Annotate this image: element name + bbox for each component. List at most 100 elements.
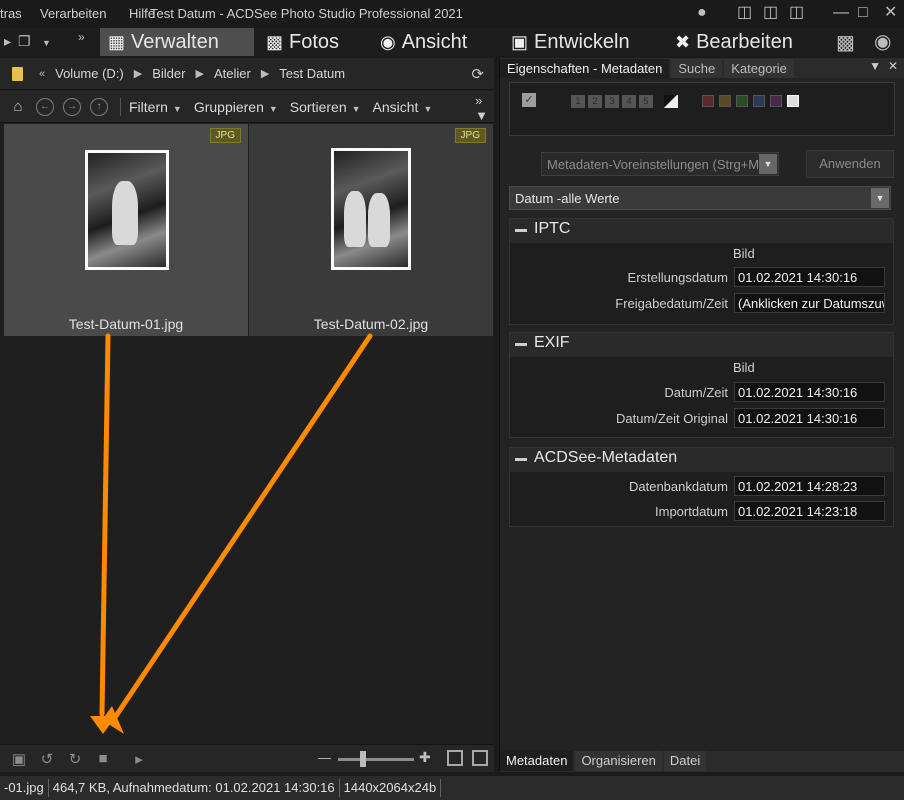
view-eye-icon[interactable]: ◉ bbox=[874, 29, 891, 54]
rating-3[interactable]: 3 bbox=[605, 95, 619, 108]
tab-category[interactable]: Kategorie bbox=[724, 59, 794, 78]
tab-datei[interactable]: Datei bbox=[663, 751, 707, 771]
tab-ansicht[interactable]: ◉ Ansicht bbox=[372, 28, 475, 56]
metadata-filter-select[interactable]: Datum -alle Werte ▼ bbox=[509, 186, 891, 210]
tab-properties-metadata[interactable]: Eigenschaften - Metadaten bbox=[500, 59, 670, 78]
refresh-icon[interactable]: ⟳ bbox=[471, 65, 484, 83]
chevron-down-icon: ▼ bbox=[423, 103, 433, 114]
status-dimensions: 1440x2064x24b bbox=[340, 779, 442, 797]
more-icon[interactable]: » ▼ bbox=[475, 93, 488, 123]
thumbnail-view-icon[interactable] bbox=[447, 750, 463, 766]
properties-panel: Eigenschaften - Metadaten Suche Kategori… bbox=[499, 58, 904, 772]
zoom-in-icon[interactable]: ✚ bbox=[419, 749, 431, 766]
layout-left-icon[interactable]: ◫ bbox=[737, 4, 752, 22]
clear-rating-icon[interactable] bbox=[664, 95, 678, 108]
zoom-out-icon[interactable]: — bbox=[318, 750, 331, 765]
iptc-header[interactable]: IPTC bbox=[510, 219, 893, 243]
collapse-icon bbox=[515, 343, 527, 346]
home-icon[interactable]: ⌂ bbox=[9, 98, 27, 116]
file-type-badge: JPG bbox=[209, 128, 241, 143]
dashboard-icon[interactable]: ▩ bbox=[836, 30, 855, 55]
stack-icon[interactable]: ■ bbox=[94, 750, 112, 767]
creation-date-field[interactable]: 01.02.2021 14:30:16 bbox=[734, 267, 885, 287]
folder-icon[interactable] bbox=[12, 66, 23, 81]
slideshow-icon[interactable]: ▸ bbox=[130, 750, 148, 768]
breadcrumb-item-bilder[interactable]: Bilder bbox=[152, 66, 185, 81]
breadcrumb-back-icon[interactable]: « bbox=[39, 68, 45, 80]
title-bar: tras Verarbeiten Hilfe Test Datum - ACDS… bbox=[0, 0, 904, 28]
breadcrumb-sep-icon: ▶ bbox=[195, 68, 204, 80]
minimize-icon[interactable]: — bbox=[833, 4, 849, 22]
chevron-down-icon: ▼ bbox=[351, 103, 361, 114]
back-icon[interactable]: ← bbox=[36, 97, 54, 116]
rating-5[interactable]: 5 bbox=[639, 95, 653, 108]
breadcrumb-item-volume[interactable]: Volume (D:) bbox=[55, 66, 124, 81]
rotate-left-icon[interactable]: ↺ bbox=[38, 750, 56, 768]
color-label-none[interactable] bbox=[787, 95, 799, 107]
group-dropdown[interactable]: Gruppieren ▼ bbox=[194, 99, 278, 115]
zoom-slider[interactable] bbox=[338, 758, 414, 761]
close-panel-icon[interactable]: ✕ bbox=[888, 59, 898, 73]
metadata-preset-select[interactable]: Metadaten-Voreinstellungen (Strg+M) ▼ bbox=[541, 152, 779, 176]
tab-verwalten[interactable]: ▦ Verwalten bbox=[100, 28, 254, 56]
batch-icon[interactable]: ▣ bbox=[10, 750, 28, 768]
chevron-down-icon: ▼ bbox=[871, 188, 889, 208]
properties-tabs: Eigenschaften - Metadaten Suche Kategori… bbox=[500, 58, 904, 78]
tag-checkbox[interactable]: ✓ bbox=[522, 93, 536, 107]
layout-center-icon[interactable]: ◫ bbox=[763, 4, 778, 22]
file-name: Test-Datum-01.jpg bbox=[68, 316, 184, 332]
pin-icon[interactable]: ▼ bbox=[869, 59, 881, 73]
view-dropdown[interactable]: Ansicht ▼ bbox=[373, 99, 433, 115]
sort-dropdown[interactable]: Sortieren ▼ bbox=[290, 99, 361, 115]
up-icon[interactable]: ↑ bbox=[90, 97, 108, 116]
tab-bearbeiten[interactable]: ✖ Bearbeiten bbox=[667, 28, 801, 56]
filter-dropdown[interactable]: Filtern ▼ bbox=[129, 99, 182, 115]
exif-header[interactable]: EXIF bbox=[510, 333, 893, 357]
arrow-icon[interactable]: ▸ bbox=[4, 33, 11, 50]
maximize-icon[interactable]: □ bbox=[858, 4, 868, 22]
collapse-icon bbox=[515, 229, 527, 232]
tab-fotos-label: Fotos bbox=[289, 30, 340, 53]
dropdown-caret-icon[interactable]: ▼ bbox=[42, 38, 51, 48]
tab-fotos[interactable]: ▩ Fotos bbox=[258, 28, 347, 56]
forward-icon[interactable]: → bbox=[63, 97, 81, 116]
import-date-field[interactable]: 01.02.2021 14:23:18 bbox=[734, 501, 885, 521]
more-icon[interactable]: » bbox=[78, 30, 85, 44]
database-date-field[interactable]: 01.02.2021 14:28:23 bbox=[734, 476, 885, 496]
rating-4[interactable]: 4 bbox=[622, 95, 636, 108]
menu-verarbeiten[interactable]: Verarbeiten bbox=[40, 6, 107, 21]
status-info: 464,7 KB, Aufnahmedatum: 01.02.2021 14:3… bbox=[49, 779, 340, 797]
rotate-right-icon[interactable]: ↻ bbox=[66, 750, 84, 768]
layout-right-icon[interactable]: ◫ bbox=[789, 4, 804, 22]
thumbnail-item[interactable]: JPG Test-Datum-02.jpg bbox=[249, 124, 493, 336]
date-time-field[interactable]: 01.02.2021 14:30:16 bbox=[734, 382, 885, 402]
color-label-purple[interactable] bbox=[770, 95, 782, 107]
mode-bar: ▸ ❐ ▼ » ▦ Verwalten ▩ Fotos ◉ Ansicht ▣ … bbox=[0, 28, 904, 56]
close-icon[interactable]: ✕ bbox=[884, 4, 897, 22]
status-bar: -01.jpg 464,7 KB, Aufnahmedatum: 01.02.2… bbox=[0, 775, 904, 800]
tab-organisieren[interactable]: Organisieren bbox=[575, 751, 662, 771]
color-label-green[interactable] bbox=[736, 95, 748, 107]
tab-verwalten-label: Verwalten bbox=[131, 30, 219, 53]
release-date-field[interactable]: (Anklicken zur Datumszuw bbox=[734, 293, 885, 313]
details-view-icon[interactable] bbox=[472, 750, 488, 766]
tab-search[interactable]: Suche bbox=[671, 59, 723, 78]
apply-button[interactable]: Anwenden bbox=[806, 150, 894, 178]
rating-1[interactable]: 1 bbox=[571, 95, 585, 108]
rating-2[interactable]: 2 bbox=[588, 95, 602, 108]
menu-extras[interactable]: tras bbox=[0, 6, 22, 21]
account-icon[interactable]: ● bbox=[697, 4, 707, 22]
breadcrumb-item-test-datum[interactable]: Test Datum bbox=[279, 66, 345, 81]
zoom-slider-handle[interactable] bbox=[360, 751, 366, 767]
thumbnail-item[interactable]: JPG Test-Datum-01.jpg bbox=[4, 124, 248, 336]
tab-entwickeln[interactable]: ▣ Entwickeln bbox=[503, 28, 638, 56]
tab-metadaten[interactable]: Metadaten bbox=[500, 751, 574, 771]
acdsee-metadata-header[interactable]: ACDSee-Metadaten bbox=[510, 448, 893, 472]
color-label-blue[interactable] bbox=[753, 95, 765, 107]
toolbar-divider bbox=[120, 97, 121, 116]
color-label-yellow[interactable] bbox=[719, 95, 731, 107]
windows-icon[interactable]: ❐ bbox=[18, 33, 31, 50]
color-label-red[interactable] bbox=[702, 95, 714, 107]
breadcrumb-item-atelier[interactable]: Atelier bbox=[214, 66, 251, 81]
date-time-original-field[interactable]: 01.02.2021 14:30:16 bbox=[734, 408, 885, 428]
